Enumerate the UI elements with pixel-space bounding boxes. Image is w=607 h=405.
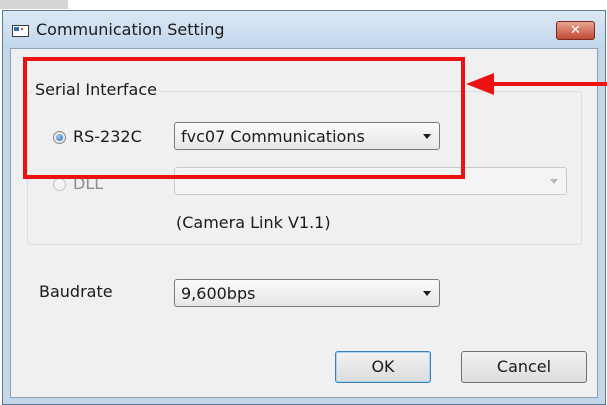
background-strip [0,0,607,10]
dll-radio[interactable] [53,178,66,191]
app-window-icon [12,25,29,37]
app-icon-bar [14,27,19,31]
camera-link-note: (Camera Link V1.1) [176,213,331,232]
close-icon: ✕ [570,23,581,38]
close-button[interactable]: ✕ [556,21,595,40]
app-icon-dot [21,28,23,30]
baudrate-value: 9,600bps [181,284,256,303]
title-bar[interactable]: Communication Setting ✕ [3,11,605,48]
baudrate-select[interactable]: 9,600bps [174,279,440,307]
ok-button[interactable]: OK [335,351,431,383]
cancel-button[interactable]: Cancel [461,351,587,383]
annotation-arrow-line [492,82,607,86]
annotation-arrow-head-icon [466,73,494,95]
background-tab [0,0,68,9]
window-title: Communication Setting [36,20,225,39]
chevron-down-icon [423,291,431,296]
baudrate-label: Baudrate [39,282,113,301]
chevron-down-icon [550,179,558,184]
annotation-highlight-box [23,57,465,179]
